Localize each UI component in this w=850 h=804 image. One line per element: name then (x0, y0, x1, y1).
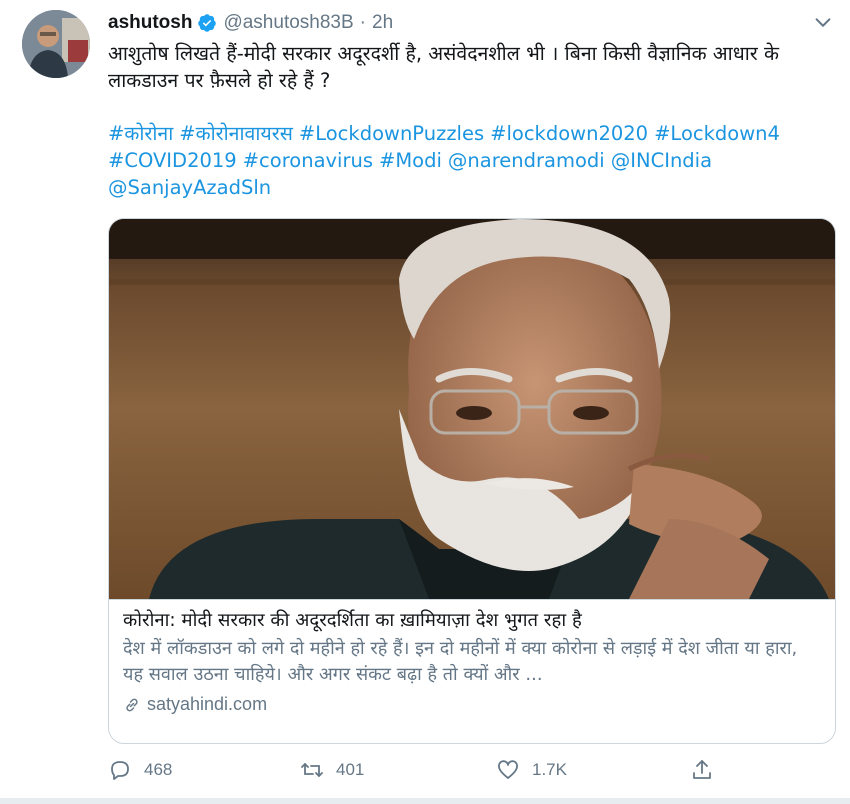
divider (0, 798, 850, 804)
like-button[interactable]: 1.7K (496, 758, 567, 782)
hashtag-link[interactable]: #कोरोना (108, 122, 173, 145)
tweet-header: ashutosh @ashutosh83B · 2h (108, 10, 393, 36)
avatar[interactable] (22, 10, 90, 78)
card-image[interactable] (109, 219, 835, 599)
card-domain[interactable]: satyahindi.com (123, 694, 821, 715)
hashtag-link[interactable]: #Modi (379, 149, 442, 172)
user-name[interactable]: ashutosh (108, 12, 192, 34)
tweet-text: आशुतोष लिखते हैं-मोदी सरकार अदूरदर्शी है… (108, 42, 779, 92)
chevron-down-icon[interactable] (812, 12, 834, 34)
link-preview-card[interactable]: कोरोना: मोदी सरकार की अदूरदर्शिता का ख़ा… (108, 218, 836, 744)
link-icon (126, 698, 138, 711)
hashtag-link[interactable]: #lockdown2020 (490, 122, 648, 145)
tweet-hashtags: #कोरोना #कोरोनावायरस #LockdownPuzzles #lock… (108, 120, 828, 201)
retweet-button[interactable]: 401 (300, 758, 364, 782)
retweet-count: 401 (336, 760, 365, 779)
mention-link[interactable]: @narendramodi (448, 149, 605, 172)
heart-icon (498, 760, 518, 779)
hashtag-link[interactable]: #LockdownPuzzles (299, 122, 484, 145)
card-title[interactable]: कोरोना: मोदी सरकार की अदूरदर्शिता का ख़ा… (123, 608, 821, 634)
share-button[interactable] (690, 758, 726, 782)
mention-link[interactable]: @INCIndia (611, 149, 712, 172)
tweet-timestamp[interactable]: 2h (372, 12, 393, 34)
tweet-actions: 468 401 1.7K (108, 758, 728, 788)
hashtag-link[interactable]: #coronavirus (243, 149, 373, 172)
card-domain-text[interactable]: satyahindi.com (147, 694, 267, 715)
user-handle[interactable]: @ashutosh83B (223, 12, 353, 34)
reply-icon (111, 761, 129, 780)
card-description[interactable]: देश में लॉकडाउन को लगे दो महीने हो रहे ह… (123, 636, 821, 688)
mention-link[interactable]: @SanjayAzadSln (108, 176, 271, 199)
separator-dot: · (359, 12, 366, 33)
reply-button[interactable]: 468 (108, 758, 172, 782)
verified-badge-icon (198, 14, 217, 32)
tweet: ashutosh @ashutosh83B · 2h आशुतोष लिखते … (0, 0, 850, 804)
retweet-icon (301, 763, 323, 777)
reply-count: 468 (144, 760, 173, 779)
hashtag-link[interactable]: #COVID2019 (108, 149, 237, 172)
card-meta[interactable]: कोरोना: मोदी सरकार की अदूरदर्शिता का ख़ा… (109, 599, 835, 743)
like-count: 1.7K (532, 760, 567, 779)
share-icon (693, 760, 711, 779)
hashtag-link[interactable]: #Lockdown4 (654, 122, 780, 145)
hashtag-link[interactable]: #कोरोनावायरस (179, 122, 293, 145)
